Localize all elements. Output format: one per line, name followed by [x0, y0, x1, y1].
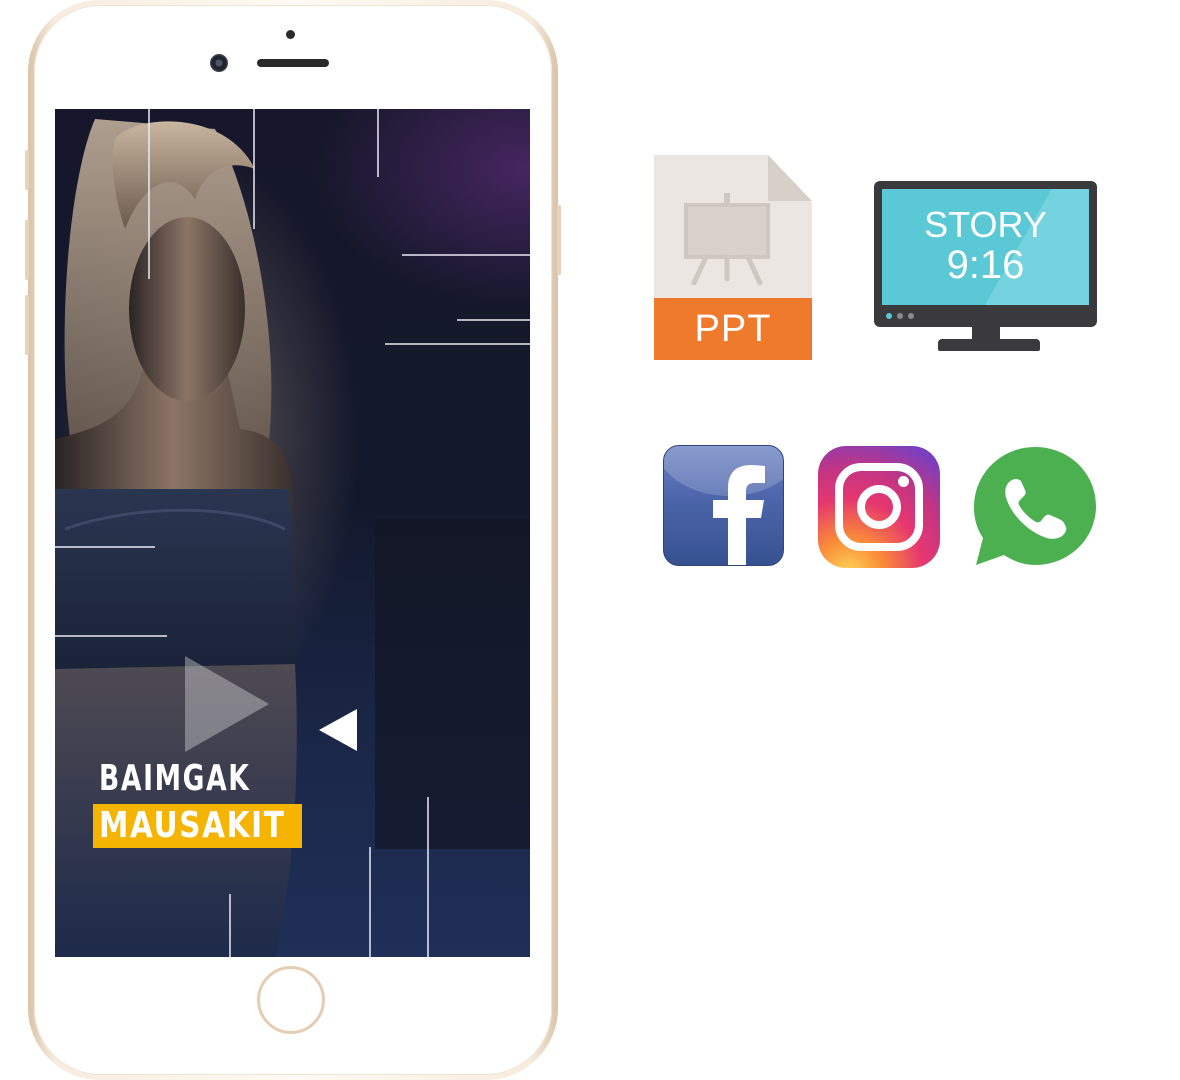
monitor-neck [972, 327, 1000, 339]
decor-line [148, 109, 150, 279]
facebook-icon[interactable] [663, 445, 784, 566]
decor-line [402, 254, 530, 256]
home-button[interactable] [257, 966, 325, 1034]
decor-line [253, 109, 255, 229]
decor-line [369, 847, 371, 957]
ppt-file-icon: PPT [654, 155, 812, 360]
back-triangle-icon [319, 709, 357, 751]
decor-line [427, 797, 429, 957]
monitor-led [886, 313, 892, 319]
monitor-icon: STORY 9:16 [874, 181, 1097, 351]
monitor-led [908, 313, 914, 319]
camera-flash-dot [898, 476, 909, 487]
aspect-ratio-label: 9:16 [946, 243, 1025, 287]
camera-lens [857, 485, 901, 529]
power-button [557, 205, 561, 275]
decor-line [55, 635, 167, 637]
volume-down-button [25, 295, 29, 355]
proximity-sensor [286, 30, 295, 39]
presentation-easel-icon [684, 193, 770, 285]
file-corner-fold [768, 155, 812, 201]
decor-line [55, 546, 155, 548]
story-title-line-2: MAUSAKIT [99, 805, 286, 846]
story-label: STORY [924, 204, 1047, 245]
monitor-led [897, 313, 903, 319]
whatsapp-icon[interactable] [972, 445, 1098, 569]
phone-mockup: BAIMGAK MAUSAKIT [25, 0, 561, 1080]
decor-line [457, 319, 530, 321]
instagram-icon[interactable] [818, 446, 940, 568]
mute-switch [25, 150, 29, 190]
decor-line [377, 109, 379, 177]
decor-line [385, 343, 530, 345]
volume-up-button [25, 220, 29, 280]
play-triangle-icon [185, 656, 269, 752]
front-camera [210, 54, 228, 72]
file-type-label: PPT [694, 308, 772, 350]
monitor-base [938, 339, 1040, 351]
story-title-line-1: BAIMGAK [99, 758, 251, 799]
facebook-f-glyph [713, 465, 765, 565]
decor-line [229, 894, 231, 957]
phone-screen: BAIMGAK MAUSAKIT [55, 109, 530, 957]
earpiece-speaker [257, 59, 329, 67]
